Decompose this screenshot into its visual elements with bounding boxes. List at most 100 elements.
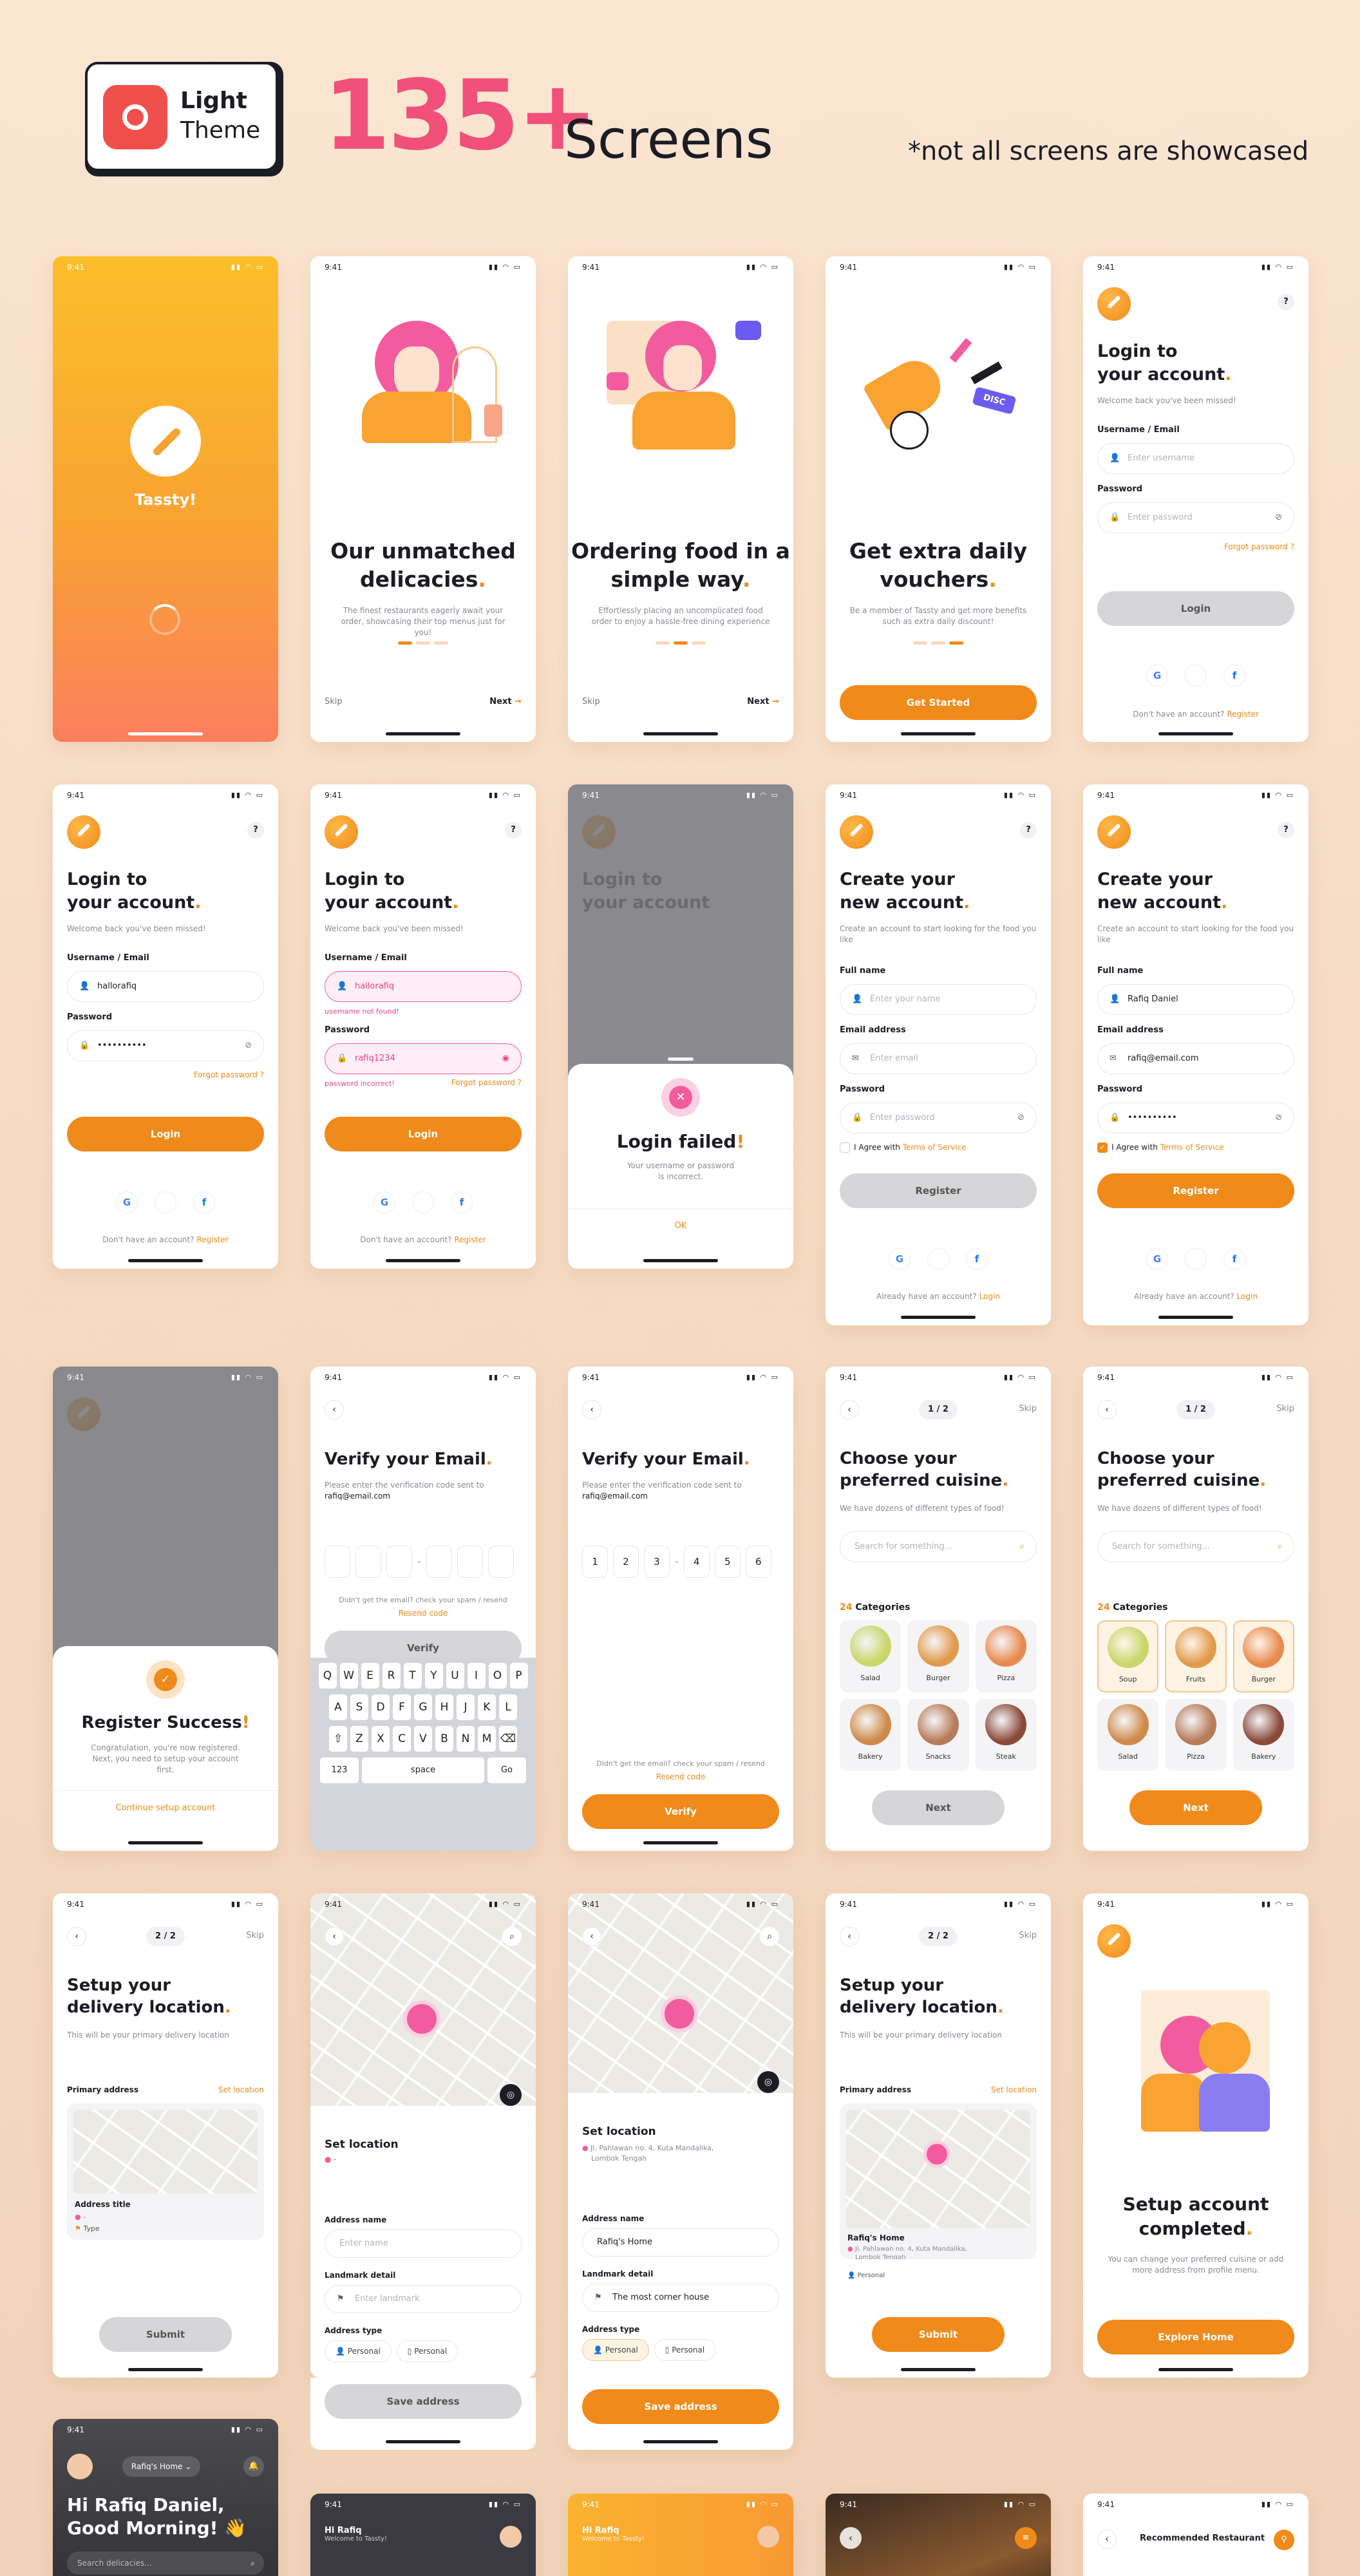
key[interactable]: H <box>435 1694 453 1720</box>
skip-button[interactable]: Skip <box>582 697 600 706</box>
username-input[interactable]: 👤 hallorafiq <box>325 971 522 1002</box>
avatar[interactable] <box>757 2526 779 2548</box>
landmark-input[interactable]: ⚑ The most corner house <box>582 2284 779 2312</box>
key[interactable]: U <box>446 1663 464 1689</box>
password-input[interactable]: 🔒 Enter password ⊘ <box>1097 502 1294 533</box>
key[interactable]: R <box>382 1663 401 1689</box>
facebook-icon[interactable]: f <box>966 1248 988 1270</box>
login-link[interactable]: Login <box>1237 1292 1258 1301</box>
submit-button[interactable]: Submit <box>872 2317 1005 2352</box>
key[interactable]: F <box>393 1694 411 1720</box>
login-button[interactable]: Login <box>325 1117 522 1151</box>
set-location-link[interactable]: Set location <box>991 2085 1037 2094</box>
password-input[interactable]: 🔒 •••••••••• ⊘ <box>67 1030 264 1061</box>
back-button[interactable]: ‹ <box>325 1400 344 1419</box>
map-view[interactable] <box>310 1893 536 2106</box>
key[interactable]: G <box>414 1694 432 1720</box>
back-button[interactable]: ‹ <box>840 1400 859 1419</box>
name-input[interactable]: 👤 Enter your name <box>840 984 1037 1015</box>
skip-button[interactable]: Skip <box>1019 1404 1037 1414</box>
back-button[interactable]: ‹ <box>67 1927 86 1946</box>
next-button[interactable]: Next <box>1129 1790 1262 1825</box>
back-button[interactable]: ‹ <box>582 1400 601 1419</box>
back-button[interactable]: ‹ <box>325 1927 344 1946</box>
verify-button[interactable]: Verify <box>582 1794 779 1829</box>
facebook-icon[interactable]: f <box>451 1191 473 1213</box>
back-button[interactable]: ‹ <box>1097 1400 1117 1419</box>
email-input[interactable]: ✉ Enter email <box>840 1043 1037 1074</box>
login-button[interactable]: Login <box>1097 591 1294 626</box>
bell-icon[interactable]: 🔔 <box>243 2456 264 2477</box>
otp-input[interactable]: - <box>325 1546 514 1578</box>
category-item[interactable]: Burger <box>907 1620 969 1692</box>
category-item[interactable]: Snacks <box>907 1699 969 1771</box>
map-view[interactable] <box>568 1893 793 2093</box>
key[interactable]: S <box>350 1694 368 1720</box>
register-link[interactable]: Register <box>196 1235 228 1244</box>
login-button[interactable]: Login <box>67 1117 264 1151</box>
search-icon[interactable]: ⌕ <box>1020 1532 1025 1562</box>
apple-icon[interactable] <box>1185 1248 1207 1270</box>
continue-setup-button[interactable]: Continue setup account <box>53 1803 278 1813</box>
category-item[interactable]: Soup <box>1097 1620 1159 1692</box>
key[interactable]: 123 <box>320 1757 359 1783</box>
type-chip[interactable]: ▯ Personal <box>654 2339 716 2361</box>
location-pin-icon[interactable] <box>403 2000 440 2038</box>
location-dropdown[interactable]: Rafiq's Home ⌄ <box>122 2456 201 2477</box>
terms-checkbox[interactable]: ✓ I Agree with Terms of Service <box>1097 1142 1224 1153</box>
key[interactable]: ⇧ <box>329 1726 347 1752</box>
get-started-button[interactable]: Get Started <box>840 685 1037 720</box>
address-card[interactable]: Address title ● - ⚑ Type <box>67 2103 264 2240</box>
eye-off-icon[interactable]: ⊘ <box>245 1031 252 1061</box>
forgot-password-link[interactable]: Forgot password ? <box>1224 542 1294 551</box>
facebook-icon[interactable]: f <box>1223 1248 1245 1270</box>
back-button[interactable]: ‹ <box>582 1927 601 1946</box>
keyboard[interactable]: Q W E R T Y U I O P A S D F G H J K L ⇧ Z X C V B N M ⌫ 123 space Go <box>310 1658 536 1851</box>
eye-off-icon[interactable]: ⊘ <box>1275 503 1282 533</box>
submit-button[interactable]: Submit <box>99 2317 232 2352</box>
avatar[interactable] <box>67 2454 93 2479</box>
key[interactable]: X <box>372 1726 390 1752</box>
google-icon[interactable]: G <box>1146 1248 1168 1270</box>
register-link[interactable]: Register <box>1227 710 1258 719</box>
key[interactable]: Y <box>424 1663 443 1689</box>
key[interactable]: J <box>457 1694 475 1720</box>
location-pin-icon[interactable] <box>661 1995 698 2032</box>
filter-icon[interactable]: ⚲ <box>1274 2530 1294 2550</box>
search-icon[interactable]: ⌕ <box>502 1927 522 1946</box>
address-name-input[interactable]: Rafiq's Home <box>582 2228 779 2257</box>
register-button[interactable]: Register <box>840 1173 1037 1208</box>
key[interactable]: A <box>329 1694 347 1720</box>
google-icon[interactable]: G <box>116 1191 138 1213</box>
skip-button[interactable]: Skip <box>1276 1404 1294 1414</box>
explore-home-button[interactable]: Explore Home <box>1097 2320 1294 2354</box>
ok-button[interactable]: OK <box>568 1221 793 1231</box>
apple-icon[interactable] <box>155 1191 176 1213</box>
help-button[interactable]: ? <box>505 822 522 838</box>
eye-off-icon[interactable]: ⊘ <box>1275 1103 1282 1133</box>
register-link[interactable]: Register <box>454 1235 486 1244</box>
search-input[interactable]: Search delicacies... ⌕ <box>67 2552 264 2575</box>
next-button[interactable]: Next → <box>489 697 522 706</box>
login-link[interactable]: Login <box>979 1292 1000 1301</box>
category-item[interactable]: Pizza <box>1165 1699 1227 1771</box>
password-input[interactable]: 🔒 •••••••••• ⊘ <box>1097 1103 1294 1133</box>
search-input[interactable]: Search for something... ⌕ <box>840 1531 1037 1562</box>
search-icon[interactable]: ⌕ <box>250 2552 255 2575</box>
back-button[interactable]: ‹ <box>840 2527 862 2549</box>
resend-code-link[interactable]: Resend code <box>310 1609 536 1618</box>
google-icon[interactable]: G <box>373 1191 395 1213</box>
apple-icon[interactable] <box>927 1248 949 1270</box>
key[interactable]: T <box>403 1663 422 1689</box>
category-item[interactable]: Bakery <box>1232 1699 1294 1771</box>
facebook-icon[interactable]: f <box>1223 665 1245 687</box>
skip-button[interactable]: Skip <box>325 697 343 706</box>
key[interactable]: C <box>393 1726 411 1752</box>
category-item[interactable]: Pizza <box>975 1620 1037 1692</box>
key[interactable]: Z <box>350 1726 368 1752</box>
address-name-input[interactable]: Enter name <box>325 2230 522 2258</box>
type-chip[interactable]: 👤 Personal <box>325 2340 392 2362</box>
key[interactable]: B <box>435 1726 453 1752</box>
help-button[interactable]: ? <box>1278 822 1294 838</box>
help-button[interactable]: ? <box>1278 294 1294 310</box>
